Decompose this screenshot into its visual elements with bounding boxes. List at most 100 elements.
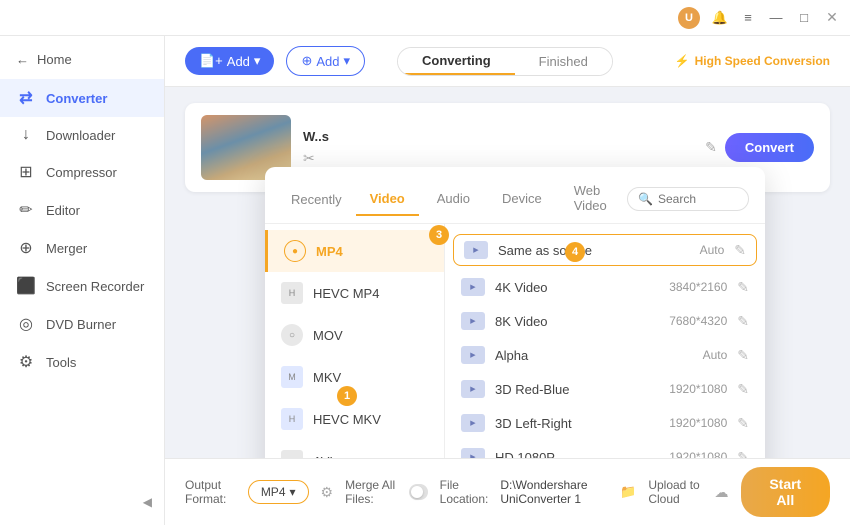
content-area: W..s ✂ ✎ Convert Recently Video Audio D — [165, 87, 850, 458]
sidebar-item-label-merger: Merger — [46, 241, 87, 256]
format-list-area: ● MP4 H HEVC MP4 ○ MOV M — [265, 224, 765, 458]
chevron-down-icon: ▾ — [254, 53, 261, 69]
mov-icon: ○ — [281, 324, 303, 346]
editor-icon: ✏ — [16, 200, 36, 220]
screen-recorder-icon: ⬛ — [16, 276, 36, 296]
scissors-icon[interactable]: ✂ — [303, 150, 315, 167]
tab-device[interactable]: Device — [488, 183, 556, 216]
back-icon: ← — [16, 52, 29, 67]
edit-icon-4k[interactable]: ✎ — [737, 279, 749, 296]
8k-thumb — [461, 312, 485, 330]
step-badge-4: 4 — [565, 242, 585, 262]
tab-converting[interactable]: Converting — [398, 48, 515, 75]
hevc-mp4-icon: H — [281, 282, 303, 304]
tab-recently[interactable]: Recently — [281, 184, 352, 215]
add-file-icon: 📄+ — [199, 53, 223, 69]
edit-icon-3d-red-blue[interactable]: ✎ — [737, 381, 749, 398]
format-avi[interactable]: ▭ AVI — [265, 440, 444, 458]
sidebar-item-screen-recorder[interactable]: ⬛ Screen Recorder — [0, 267, 164, 305]
format-4k-video[interactable]: 4K Video 3840*2160 ✎ — [445, 270, 765, 304]
mp4-icon: ● — [284, 240, 306, 262]
cloud-icon[interactable]: ☁ — [715, 484, 729, 501]
convert-button[interactable]: Convert — [725, 133, 814, 162]
edit-file-icon[interactable]: ✎ — [705, 139, 717, 156]
lightning-icon: ⚡ — [675, 54, 690, 68]
sidebar-item-compressor[interactable]: ⊞ Compressor — [0, 153, 164, 191]
edit-icon-hd-1080p[interactable]: ✎ — [737, 449, 749, 459]
sidebar-collapse-btn[interactable]: ◀ — [0, 487, 164, 517]
format-3d-left-right[interactable]: 3D Left-Right 1920*1080 ✎ — [445, 406, 765, 440]
tab-web-video[interactable]: Web Video — [560, 175, 623, 223]
3d-left-right-thumb — [461, 414, 485, 432]
file-info: W..s ✂ — [303, 129, 693, 167]
bell-icon[interactable]: 🔔 — [712, 10, 728, 26]
settings-icon-format[interactable]: ⚙ — [321, 484, 334, 501]
mkv-icon: M — [281, 366, 303, 388]
sidebar-item-editor[interactable]: ✏ Editor — [0, 191, 164, 229]
location-value: D:\Wondershare UniConverter 1 — [500, 478, 608, 506]
sidebar-home[interactable]: ← Home — [0, 44, 164, 75]
format-8k-video[interactable]: 8K Video 7680*4320 ✎ — [445, 304, 765, 338]
maximize-icon[interactable]: □ — [796, 10, 812, 26]
edit-icon-3d-left-right[interactable]: ✎ — [737, 415, 749, 432]
avatar[interactable]: U — [678, 7, 700, 29]
minimize-icon[interactable]: — — [768, 10, 784, 26]
tab-audio[interactable]: Audio — [423, 183, 484, 216]
output-format-select[interactable]: MP4 ▾ — [248, 480, 309, 504]
titlebar: U 🔔 ≡ — □ ✕ — [0, 0, 850, 36]
sidebar-item-label-editor: Editor — [46, 203, 80, 218]
3d-red-blue-thumb — [461, 380, 485, 398]
chevron-down-icon-2: ▾ — [344, 53, 351, 69]
sidebar-item-dvd-burner[interactable]: ◎ DVD Burner — [0, 305, 164, 343]
format-mp4[interactable]: ● MP4 — [265, 230, 444, 272]
edit-icon-same-as-source[interactable]: ✎ — [734, 242, 746, 259]
app-body: ← Home ⇄ Converter ↓ Downloader ⊞ Compre… — [0, 36, 850, 525]
sidebar-item-label-converter: Converter — [46, 91, 107, 106]
menu-icon[interactable]: ≡ — [740, 10, 756, 26]
format-right-panel: Same as source Auto ✎ 4K Video 3840*2160… — [445, 224, 765, 458]
merger-icon: ⊕ — [16, 238, 36, 258]
format-hevc-mp4[interactable]: H HEVC MP4 — [265, 272, 444, 314]
search-input[interactable] — [658, 192, 738, 206]
search-box: 🔍 — [627, 187, 749, 211]
tab-video[interactable]: Video — [356, 183, 419, 216]
merge-toggle[interactable] — [409, 484, 428, 500]
search-icon: 🔍 — [638, 192, 653, 206]
format-3d-red-blue[interactable]: 3D Red-Blue 1920*1080 ✎ — [445, 372, 765, 406]
folder-icon[interactable]: 📁 — [620, 484, 636, 500]
hevc-mkv-icon: H — [281, 408, 303, 430]
sidebar-item-merger[interactable]: ⊕ Merger — [0, 229, 164, 267]
format-dropdown: Recently Video Audio Device Web Video 🔍 — [265, 167, 765, 458]
merge-label: Merge All Files: — [345, 478, 397, 506]
compressor-icon: ⊞ — [16, 162, 36, 182]
downloader-icon: ↓ — [16, 126, 36, 144]
header-bar: 📄+ Add ▾ ⊕ Add ▾ Converting Finished ⚡ H… — [165, 36, 850, 87]
edit-icon-8k[interactable]: ✎ — [737, 313, 749, 330]
tab-finished[interactable]: Finished — [515, 48, 612, 75]
format-alpha[interactable]: Alpha Auto ✎ — [445, 338, 765, 372]
close-icon[interactable]: ✕ — [824, 10, 840, 26]
add-secondary-icon: ⊕ — [301, 53, 312, 69]
avi-icon: ▭ — [281, 450, 303, 458]
output-format-label: Output Format: — [185, 478, 236, 506]
sidebar-item-tools[interactable]: ⚙ Tools — [0, 343, 164, 381]
high-speed-conversion[interactable]: ⚡ High Speed Conversion — [675, 54, 830, 68]
sidebar-item-downloader[interactable]: ↓ Downloader — [0, 117, 164, 153]
format-same-as-source[interactable]: Same as source Auto ✎ — [453, 234, 757, 266]
sidebar-item-label-downloader: Downloader — [46, 128, 115, 143]
format-mov[interactable]: ○ MOV — [265, 314, 444, 356]
sidebar-item-converter[interactable]: ⇄ Converter — [0, 79, 164, 117]
location-label: File Location: — [440, 478, 489, 506]
format-hevc-mkv[interactable]: H HEVC MKV — [265, 398, 444, 440]
edit-icon-alpha[interactable]: ✎ — [737, 347, 749, 364]
alpha-thumb — [461, 346, 485, 364]
start-all-button[interactable]: Start All — [741, 467, 830, 517]
converter-icon: ⇄ — [16, 88, 36, 108]
format-hd-1080p[interactable]: HD 1080P 1920*1080 ✎ — [445, 440, 765, 458]
same-as-source-thumb — [464, 241, 488, 259]
sidebar-item-label-tools: Tools — [46, 355, 76, 370]
add-file-button[interactable]: 📄+ Add ▾ — [185, 47, 274, 75]
step-badge-1: 1 — [337, 386, 357, 406]
add-secondary-button[interactable]: ⊕ Add ▾ — [286, 46, 365, 76]
sidebar-item-label-dvd-burner: DVD Burner — [46, 317, 116, 332]
